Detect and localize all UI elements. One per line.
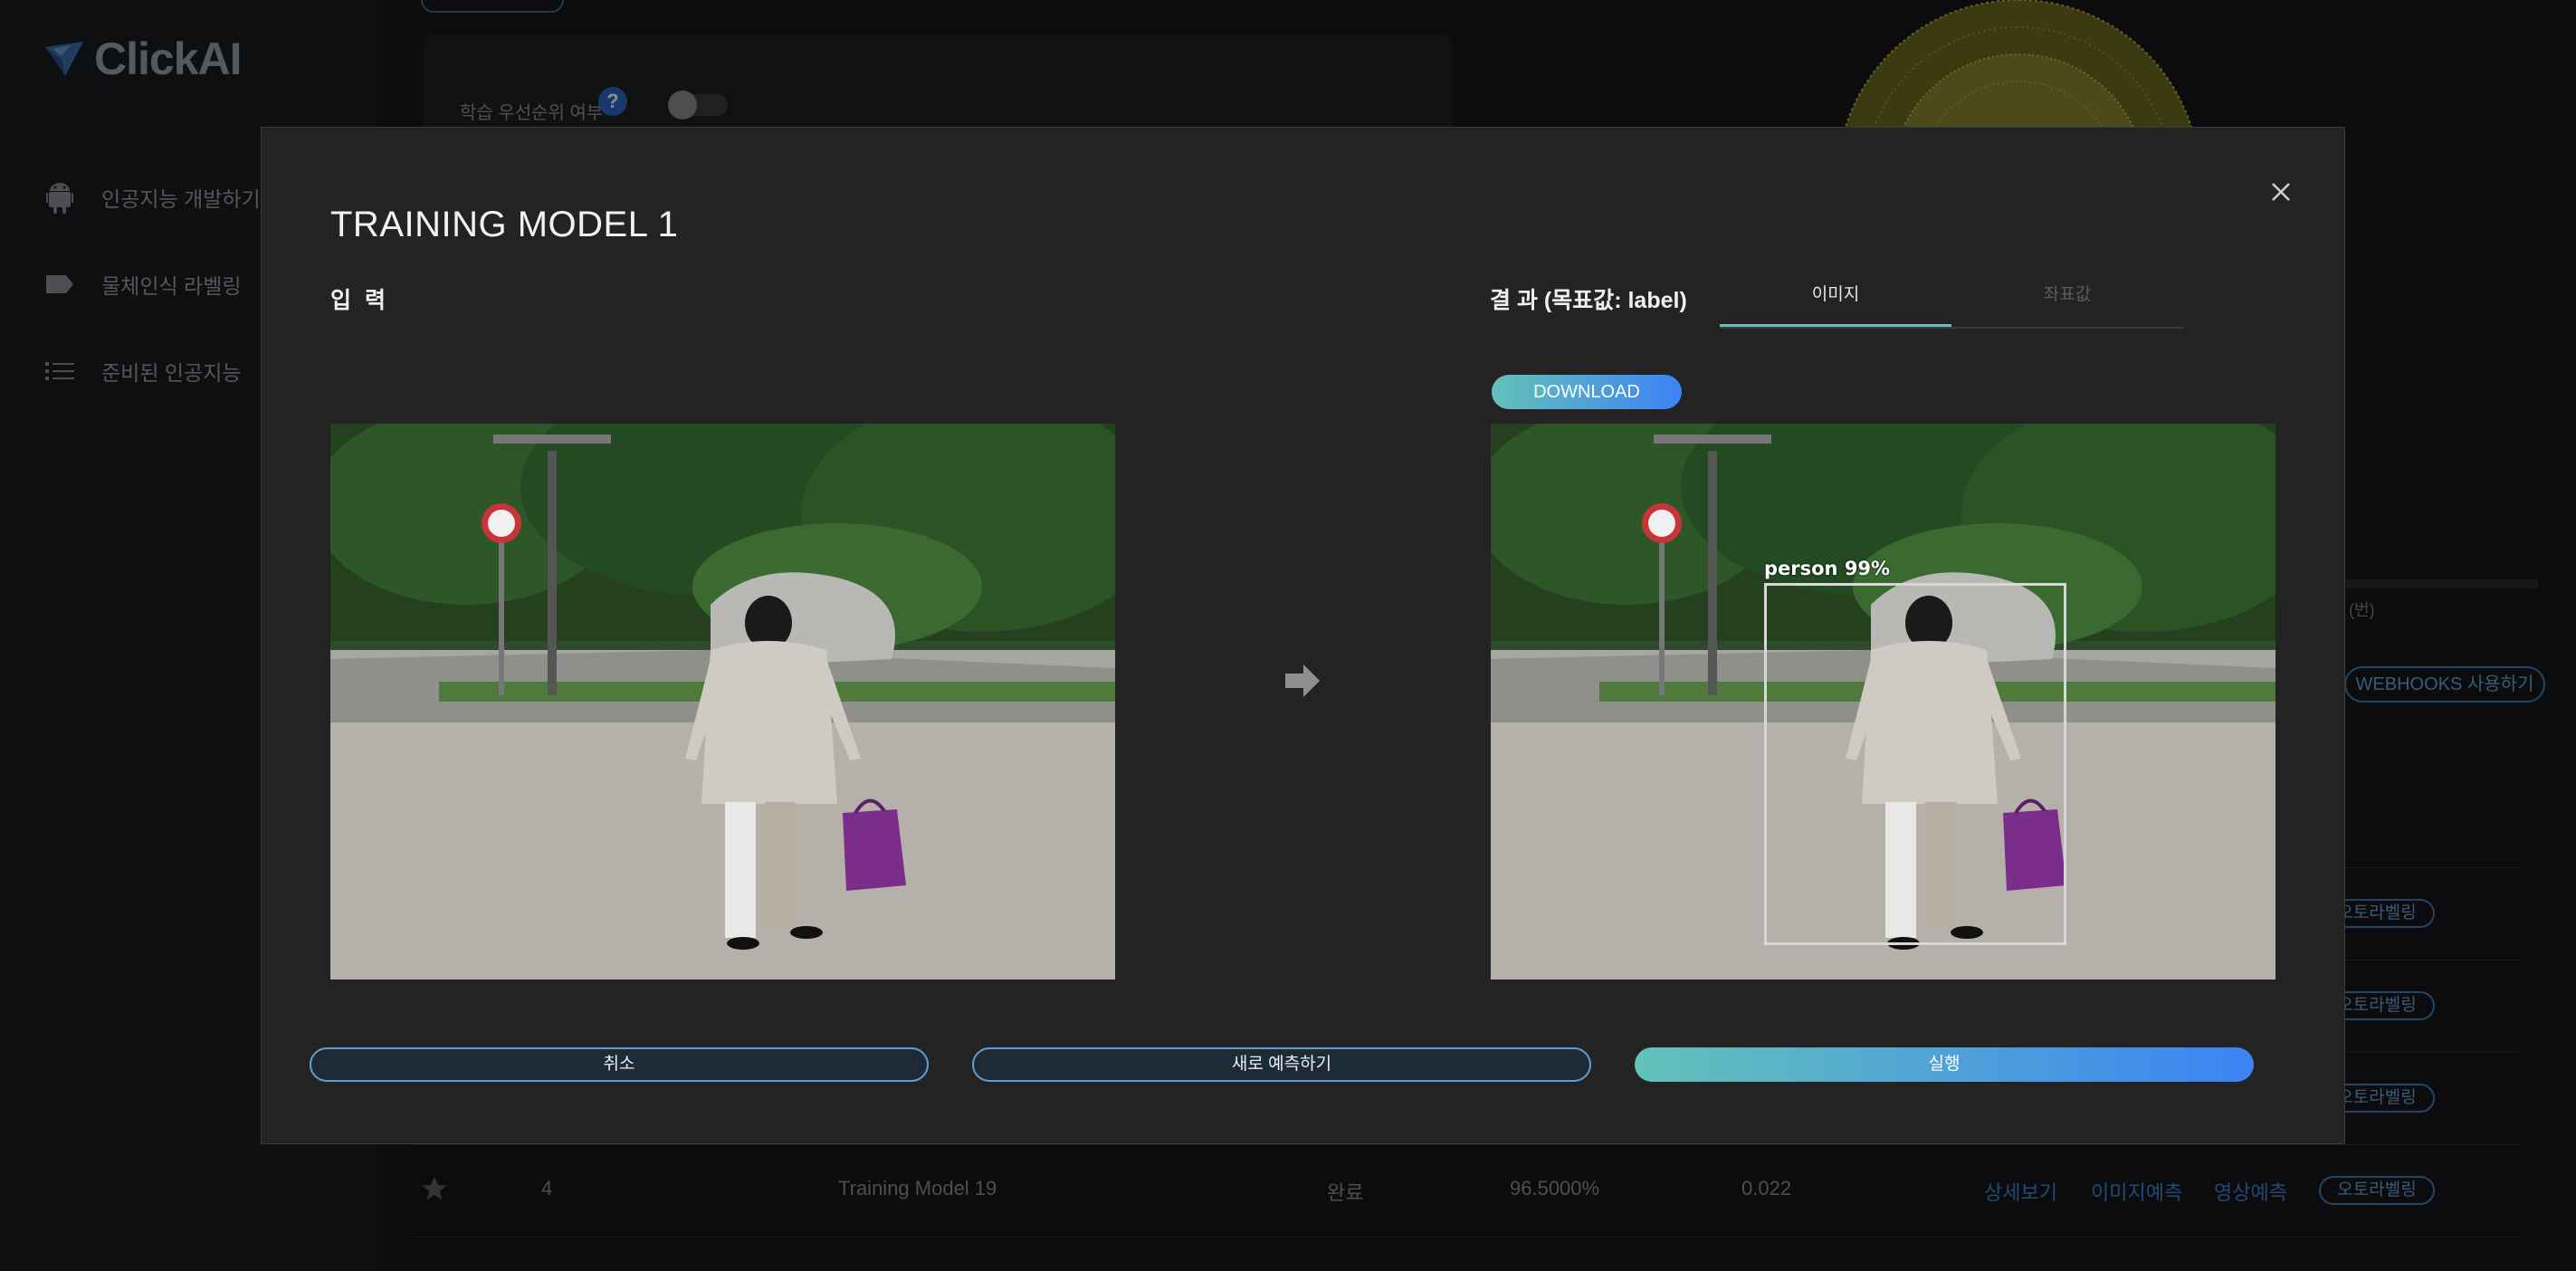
result-tabs: 이미지 좌표값 <box>1720 277 2183 329</box>
tab-image[interactable]: 이미지 <box>1720 277 1951 327</box>
cancel-button[interactable]: 취소 <box>310 1047 929 1082</box>
close-icon[interactable] <box>2265 176 2297 208</box>
input-image <box>330 424 1115 980</box>
input-photo-graphic <box>330 424 1115 980</box>
tab-coordinates[interactable]: 좌표값 <box>1951 277 2183 327</box>
download-button[interactable]: DOWNLOAD <box>1492 375 1682 409</box>
detection-bounding-box <box>1764 583 2066 945</box>
modal-title: TRAINING MODEL 1 <box>330 205 679 244</box>
repredict-button[interactable]: 새로 예측하기 <box>972 1047 1591 1082</box>
run-button[interactable]: 실행 <box>1635 1047 2254 1082</box>
result-image: person 99% <box>1491 424 2275 980</box>
arrow-right-icon <box>1285 664 1320 697</box>
app-root: ClickAI 인공지능 개발하기 물체인식 라벨링 준비된 인공지능 학습 우… <box>0 0 2576 1271</box>
result-heading: 결 과 (목표값: label) <box>1490 288 1687 313</box>
input-heading: 입 력 <box>330 288 389 313</box>
detection-label: person 99% <box>1764 558 1891 579</box>
